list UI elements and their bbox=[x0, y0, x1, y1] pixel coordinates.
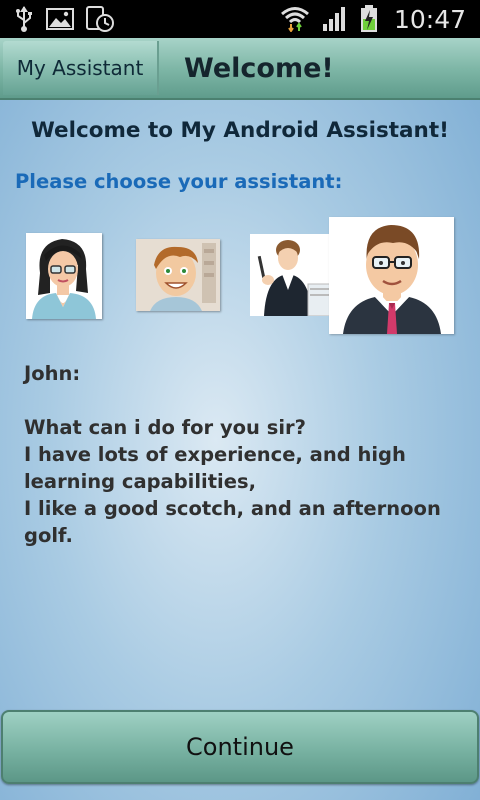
battery-charging-icon bbox=[360, 5, 378, 33]
assistant-avatar-secretary[interactable] bbox=[250, 234, 332, 316]
status-clock: 10:47 bbox=[393, 4, 466, 34]
page-title: Welcome! bbox=[184, 52, 334, 84]
assistant-name: John: bbox=[24, 362, 81, 385]
assistant-avatar-young-man[interactable] bbox=[136, 239, 220, 311]
description-line: I like a good scotch, and an afternoon g… bbox=[24, 497, 441, 547]
welcome-heading: Welcome to My Android Assistant! bbox=[31, 118, 449, 143]
wifi-icon bbox=[280, 6, 310, 32]
clock-app-icon bbox=[86, 6, 114, 32]
assistant-description: John: What can i do for you sir? I have … bbox=[24, 360, 474, 549]
system-icons: 10:47 bbox=[280, 5, 466, 34]
status-bar: 10:47 bbox=[0, 0, 480, 38]
continue-button[interactable]: Continue bbox=[1, 710, 479, 784]
assistant-avatar-woman-glasses[interactable] bbox=[26, 233, 102, 319]
signal-icon bbox=[322, 6, 348, 32]
action-bar: My Assistant Welcome! bbox=[0, 38, 480, 100]
choose-assistant-prompt: Please choose your assistant: bbox=[15, 170, 343, 193]
description-line: What can i do for you sir? bbox=[24, 416, 306, 439]
assistant-avatar-john[interactable] bbox=[329, 217, 454, 334]
usb-icon bbox=[14, 6, 34, 32]
app-tab-label: My Assistant bbox=[16, 56, 144, 80]
description-line: I have lots of experience, and high lear… bbox=[24, 443, 406, 493]
notification-icons bbox=[14, 6, 114, 32]
app-tab-my-assistant[interactable]: My Assistant bbox=[3, 41, 159, 95]
image-icon bbox=[46, 8, 74, 30]
